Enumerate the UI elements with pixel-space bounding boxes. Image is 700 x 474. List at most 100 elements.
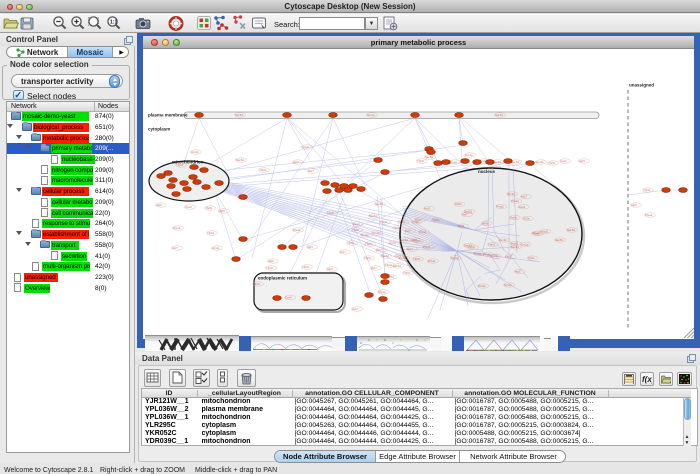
- svg-text:Ybr0c: Ybr0c: [417, 159, 425, 163]
- svg-text:Atp5: Atp5: [631, 203, 637, 207]
- svg-text:Hxt7: Hxt7: [407, 247, 413, 251]
- svg-text:nucleus: nucleus: [478, 169, 496, 174]
- svg-text:Pma1: Pma1: [428, 259, 436, 263]
- svg-text:Sec61: Sec61: [393, 264, 401, 268]
- svg-text:Cox4: Cox4: [450, 160, 457, 164]
- svg-text:Gm1p: Gm1p: [212, 246, 220, 250]
- svg-text:Atp5: Atp5: [268, 259, 274, 263]
- svg-text:Sec61: Sec61: [464, 209, 472, 213]
- svg-text:Cox4: Cox4: [353, 222, 360, 226]
- svg-text:Atp5: Atp5: [156, 203, 162, 207]
- svg-text:Hxt7: Hxt7: [352, 307, 358, 311]
- svg-text:Hxt7: Hxt7: [308, 169, 314, 173]
- svg-text:Pma1: Pma1: [478, 284, 486, 288]
- svg-text:Gm1p: Gm1p: [191, 150, 199, 154]
- svg-text:Ybr0c: Ybr0c: [259, 168, 267, 172]
- svg-text:Hxt7: Hxt7: [405, 229, 411, 233]
- svg-text:Hxt7: Hxt7: [340, 250, 346, 254]
- svg-text:Ybr0c: Ybr0c: [482, 221, 490, 225]
- svg-text:Hxt7: Hxt7: [424, 206, 430, 210]
- svg-text:Ylr2w: Ylr2w: [523, 217, 531, 221]
- svg-text:Pma1: Pma1: [645, 213, 653, 217]
- svg-text:Ybr0c: Ybr0c: [413, 257, 421, 261]
- svg-text:Ybr0c: Ybr0c: [488, 242, 496, 246]
- svg-text:Ybr0c: Ybr0c: [365, 242, 373, 246]
- svg-text:Ylr2w: Ylr2w: [253, 282, 261, 286]
- svg-text:Ybr0c: Ybr0c: [393, 226, 401, 230]
- svg-text:Pma1: Pma1: [497, 205, 505, 209]
- svg-text:Gm1p: Gm1p: [451, 256, 459, 260]
- svg-text:Atp5: Atp5: [219, 209, 225, 213]
- svg-text:Cox4: Cox4: [185, 205, 192, 209]
- svg-text:Gm1p: Gm1p: [367, 113, 375, 117]
- svg-text:Ybr0c: Ybr0c: [643, 188, 651, 192]
- svg-text:Cox4: Cox4: [302, 145, 309, 149]
- svg-text:Ybr0c: Ybr0c: [432, 218, 440, 222]
- svg-text:Ybr0c: Ybr0c: [403, 271, 411, 275]
- svg-text:Ylr2w: Ylr2w: [347, 241, 355, 245]
- svg-text:Pma1: Pma1: [512, 199, 520, 203]
- svg-text:Atp5: Atp5: [579, 159, 585, 163]
- svg-text:f(x): f(x): [642, 375, 652, 384]
- svg-text:Ylr2w: Ylr2w: [327, 211, 335, 215]
- svg-text:Hxt7: Hxt7: [371, 266, 377, 270]
- svg-text:Sec61: Sec61: [369, 214, 377, 218]
- svg-text:Sec61: Sec61: [511, 245, 519, 249]
- svg-text:Gm1p: Gm1p: [507, 192, 515, 196]
- svg-text:Atp5: Atp5: [327, 267, 333, 271]
- svg-text:Ylr2w: Ylr2w: [266, 266, 274, 270]
- svg-text:Hxt7: Hxt7: [521, 195, 527, 199]
- svg-text:Gm1p: Gm1p: [474, 252, 482, 256]
- svg-text:Atp5: Atp5: [515, 270, 521, 274]
- svg-text:Sec61: Sec61: [235, 113, 243, 117]
- svg-text:Ybr0c: Ybr0c: [364, 256, 372, 260]
- svg-text:Gm1p: Gm1p: [504, 283, 512, 287]
- svg-text:Sec61: Sec61: [567, 228, 575, 232]
- svg-text:Ylr2w: Ylr2w: [385, 263, 393, 267]
- svg-text:Pma1: Pma1: [293, 228, 301, 232]
- svg-text:Ybr0c: Ybr0c: [302, 265, 310, 269]
- svg-text:plasma membrane: plasma membrane: [148, 113, 188, 118]
- svg-text:Ylr2w: Ylr2w: [528, 256, 536, 260]
- svg-text:Hxt7: Hxt7: [458, 224, 464, 228]
- svg-text:Ybr0c: Ybr0c: [380, 220, 388, 224]
- svg-text:Ylr2w: Ylr2w: [455, 202, 463, 206]
- svg-text:Atp5: Atp5: [307, 245, 313, 249]
- svg-text:Sec61: Sec61: [555, 238, 563, 242]
- svg-text:cytoplasm: cytoplasm: [148, 127, 170, 132]
- svg-text:Ylr2w: Ylr2w: [207, 231, 215, 235]
- svg-text:Ylr2w: Ylr2w: [352, 228, 360, 232]
- svg-text:Hxt7: Hxt7: [411, 238, 417, 242]
- svg-text:Ybr0c: Ybr0c: [412, 220, 420, 224]
- svg-text:Cox4: Cox4: [519, 205, 526, 209]
- svg-text:Gm1p: Gm1p: [536, 160, 544, 164]
- svg-text:Gm1p: Gm1p: [372, 231, 380, 235]
- svg-text:Sec61: Sec61: [381, 254, 389, 258]
- svg-text:unassigned: unassigned: [629, 83, 654, 88]
- svg-text:Sec61: Sec61: [236, 158, 244, 162]
- svg-text:Pma1: Pma1: [483, 252, 491, 256]
- svg-text:Sec61: Sec61: [464, 243, 472, 247]
- svg-text:Hxt7: Hxt7: [172, 246, 178, 250]
- svg-text:Sec61: Sec61: [375, 202, 383, 206]
- svg-text:Ybr0c: Ybr0c: [510, 216, 518, 220]
- svg-text:Gm1p: Gm1p: [521, 242, 529, 246]
- svg-text:Cox4: Cox4: [285, 296, 292, 300]
- svg-text:Ybr0c: Ybr0c: [205, 206, 213, 210]
- svg-text:Sec61: Sec61: [495, 113, 503, 117]
- svg-text:Hxt7: Hxt7: [506, 255, 512, 259]
- svg-text:Pma1: Pma1: [533, 231, 541, 235]
- svg-text:Ybr0c: Ybr0c: [548, 161, 556, 165]
- svg-text:endoplasmic reticulum: endoplasmic reticulum: [258, 276, 307, 281]
- svg-text:Sec61: Sec61: [425, 155, 433, 159]
- svg-text:Pma1: Pma1: [399, 256, 407, 260]
- svg-text:Hxt7: Hxt7: [376, 248, 382, 252]
- svg-text:Gm1p: Gm1p: [465, 153, 473, 157]
- svg-text:Pma1: Pma1: [423, 245, 431, 249]
- svg-text:Ybr0c: Ybr0c: [176, 163, 184, 167]
- svg-text:Gm1p: Gm1p: [361, 233, 369, 237]
- svg-text:Hxt7: Hxt7: [293, 160, 299, 164]
- svg-text:Pma1: Pma1: [173, 226, 181, 230]
- svg-text:Ylr2w: Ylr2w: [398, 220, 406, 224]
- svg-text:1:1: 1:1: [110, 20, 117, 26]
